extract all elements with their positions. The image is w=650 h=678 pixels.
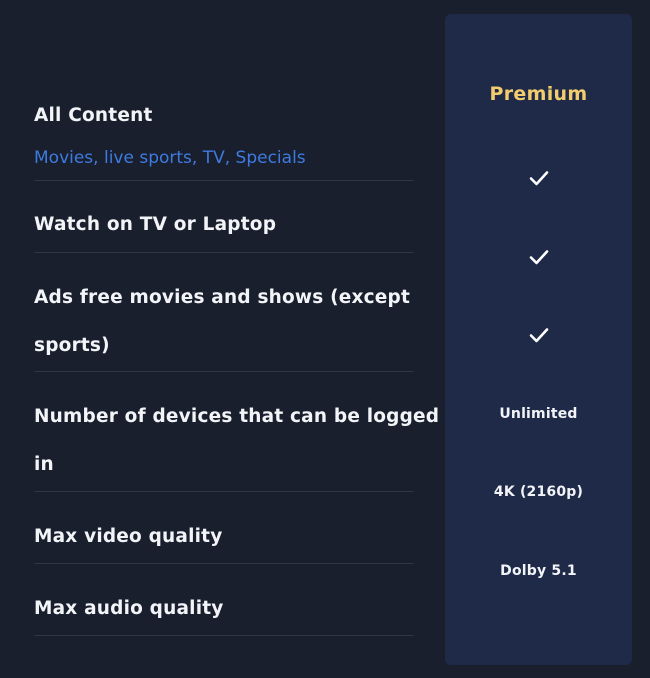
video-quality-value: 4K (2160p) [493, 484, 584, 500]
check-icon [445, 245, 632, 273]
feature-row-devices: Number of devices that can be logged in [34, 372, 439, 492]
feature-title-line2: in [34, 454, 54, 475]
premium-plan-column[interactable]: Premium Unlimited 4K (2160p) Dolby 5.1 [445, 14, 632, 665]
plan-name: Premium [489, 83, 588, 105]
feature-row-video-quality: Max video quality [34, 492, 414, 564]
feature-row-watch-on-tv: Watch on TV or Laptop [34, 181, 414, 253]
devices-value: Unlimited [499, 406, 578, 422]
feature-title: All Content [34, 105, 153, 126]
feature-title: Max audio quality [34, 598, 224, 619]
feature-row-all-content: All Content Movies, live sports, TV, Spe… [34, 92, 414, 181]
audio-quality-value: Dolby 5.1 [500, 563, 577, 579]
check-icon [445, 323, 632, 351]
feature-title-line1: Ads free movies and shows (except [34, 287, 411, 308]
feature-title: Watch on TV or Laptop [34, 214, 277, 235]
feature-row-audio-quality: Max audio quality [34, 564, 414, 636]
feature-title: Max video quality [34, 526, 223, 547]
feature-title-line2: sports) [34, 335, 110, 356]
feature-title-line1: Number of devices that can be logged [34, 406, 440, 427]
feature-subtitle-link[interactable]: Movies, live sports, TV, Specials [34, 146, 306, 170]
check-icon [445, 166, 632, 194]
feature-row-ads-free: Ads free movies and shows (except sports… [34, 253, 414, 372]
